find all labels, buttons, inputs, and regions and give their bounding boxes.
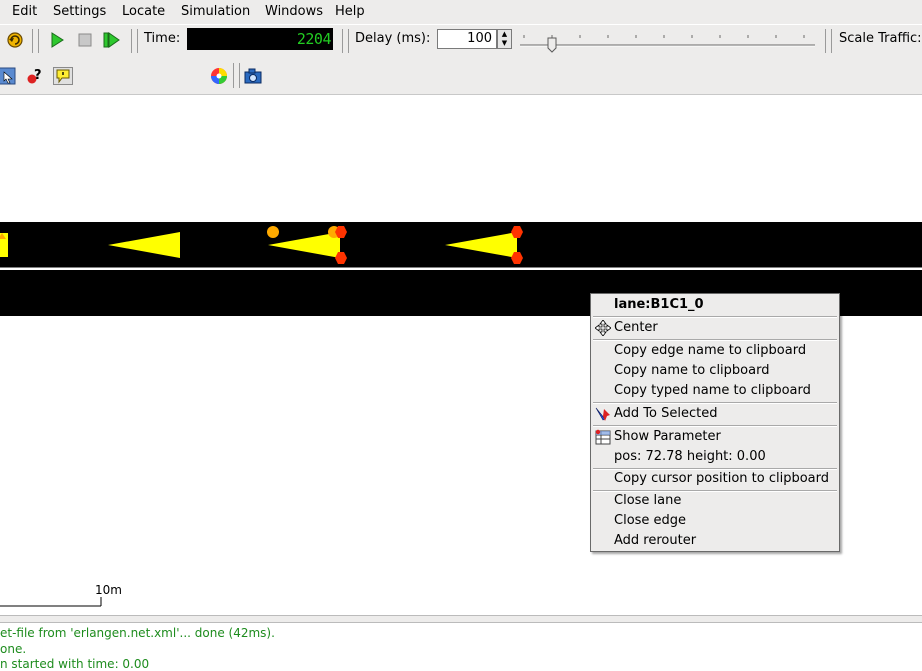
menu-item-add-to-selected[interactable]: Add To Selected: [614, 406, 717, 421]
menu-item-copy-edge-name[interactable]: Copy edge name to clipboard: [614, 343, 806, 358]
scale-bar: [0, 597, 102, 607]
scale-traffic-label: Scale Traffic:: [839, 31, 922, 46]
menu-bar: Edit Settings Locate Simulation Windows …: [0, 0, 922, 24]
menu-item-close-lane[interactable]: Close lane: [614, 493, 681, 508]
menu-item-copy-typed-name[interactable]: Copy typed name to clipboard: [614, 383, 811, 398]
spin-down-icon[interactable]: ▼: [498, 39, 511, 48]
time-label: Time:: [144, 31, 181, 46]
scale-bar-label: 10m: [95, 583, 122, 597]
menu-item-center[interactable]: Center: [614, 320, 658, 335]
menu-item-close-edge[interactable]: Close edge: [614, 513, 686, 528]
menu-settings[interactable]: Settings: [53, 4, 106, 19]
time-display: 2204: [187, 28, 333, 50]
locate-button[interactable]: [0, 65, 18, 87]
play-icon: [51, 32, 64, 48]
stop-button[interactable]: [74, 29, 96, 51]
log-line: et-file from 'erlangen.net.xml'... done …: [0, 626, 275, 640]
spin-up-icon[interactable]: ▲: [498, 30, 511, 39]
menu-simulation[interactable]: Simulation: [181, 4, 250, 19]
log-line: one.: [0, 642, 27, 656]
edit-colors-button[interactable]: [208, 65, 230, 87]
delay-label: Delay (ms):: [355, 31, 431, 46]
menu-item-show-parameter[interactable]: Show Parameter: [614, 429, 721, 444]
cursor-position-info: pos: 72.78 height: 0.00: [614, 449, 766, 464]
blinker-light: [267, 226, 279, 238]
tooltip-toggle-button[interactable]: [52, 65, 74, 87]
menu-item-copy-cursor-position[interactable]: Copy cursor position to clipboard: [614, 471, 829, 486]
vehicle: [0, 233, 8, 257]
screenshot-button[interactable]: [242, 65, 264, 87]
color-wheel-icon: [211, 68, 227, 84]
menu-windows[interactable]: Windows: [265, 4, 323, 19]
delay-slider[interactable]: [518, 27, 818, 55]
toolbar-grip[interactable]: [233, 63, 240, 88]
add-selected-icon: [595, 407, 610, 421]
message-log: et-file from 'erlangen.net.xml'... done …: [0, 624, 922, 671]
reload-button[interactable]: [4, 29, 26, 51]
toolbar-grip[interactable]: [825, 29, 832, 53]
context-menu-title: lane:B1C1_0: [614, 297, 704, 312]
run-button[interactable]: [46, 29, 68, 51]
table-icon: [595, 429, 611, 445]
slider-thumb: [547, 37, 557, 53]
inspect-button[interactable]: ?: [24, 65, 46, 87]
lane-context-menu: lane:B1C1_0 Center Copy edge name to cli…: [590, 293, 840, 552]
menu-item-copy-name[interactable]: Copy name to clipboard: [614, 363, 769, 378]
menu-item-add-rerouter[interactable]: Add rerouter: [614, 533, 696, 548]
step-icon: [103, 32, 120, 48]
delay-input[interactable]: 100: [437, 29, 497, 49]
menu-edit[interactable]: Edit: [12, 4, 37, 19]
toolbar-grip[interactable]: [131, 29, 138, 53]
toolbar-grip[interactable]: [342, 29, 349, 53]
splitter[interactable]: [0, 615, 922, 623]
log-line: n started with time: 0.00: [0, 657, 150, 671]
stop-icon: [78, 33, 92, 47]
svg-text:?: ?: [34, 68, 42, 83]
reload-icon: [7, 32, 23, 48]
question-icon: ?: [27, 68, 42, 84]
delay-spinner[interactable]: ▲ ▼: [497, 29, 512, 49]
view-toolbar: ? standard ▼: [0, 57, 922, 144]
step-button[interactable]: [100, 29, 122, 51]
menu-help[interactable]: Help: [335, 4, 365, 19]
camera-icon: [244, 68, 262, 84]
simulation-toolbar: Time: 2204 Delay (ms): 100 ▲ ▼ Scale Tra…: [0, 24, 922, 57]
move-arrows-icon: [595, 320, 611, 336]
locate-icon: [0, 67, 16, 85]
toolbar-grip[interactable]: [32, 29, 39, 53]
menu-locate[interactable]: Locate: [122, 4, 165, 19]
speech-bubble-icon: [53, 67, 73, 85]
